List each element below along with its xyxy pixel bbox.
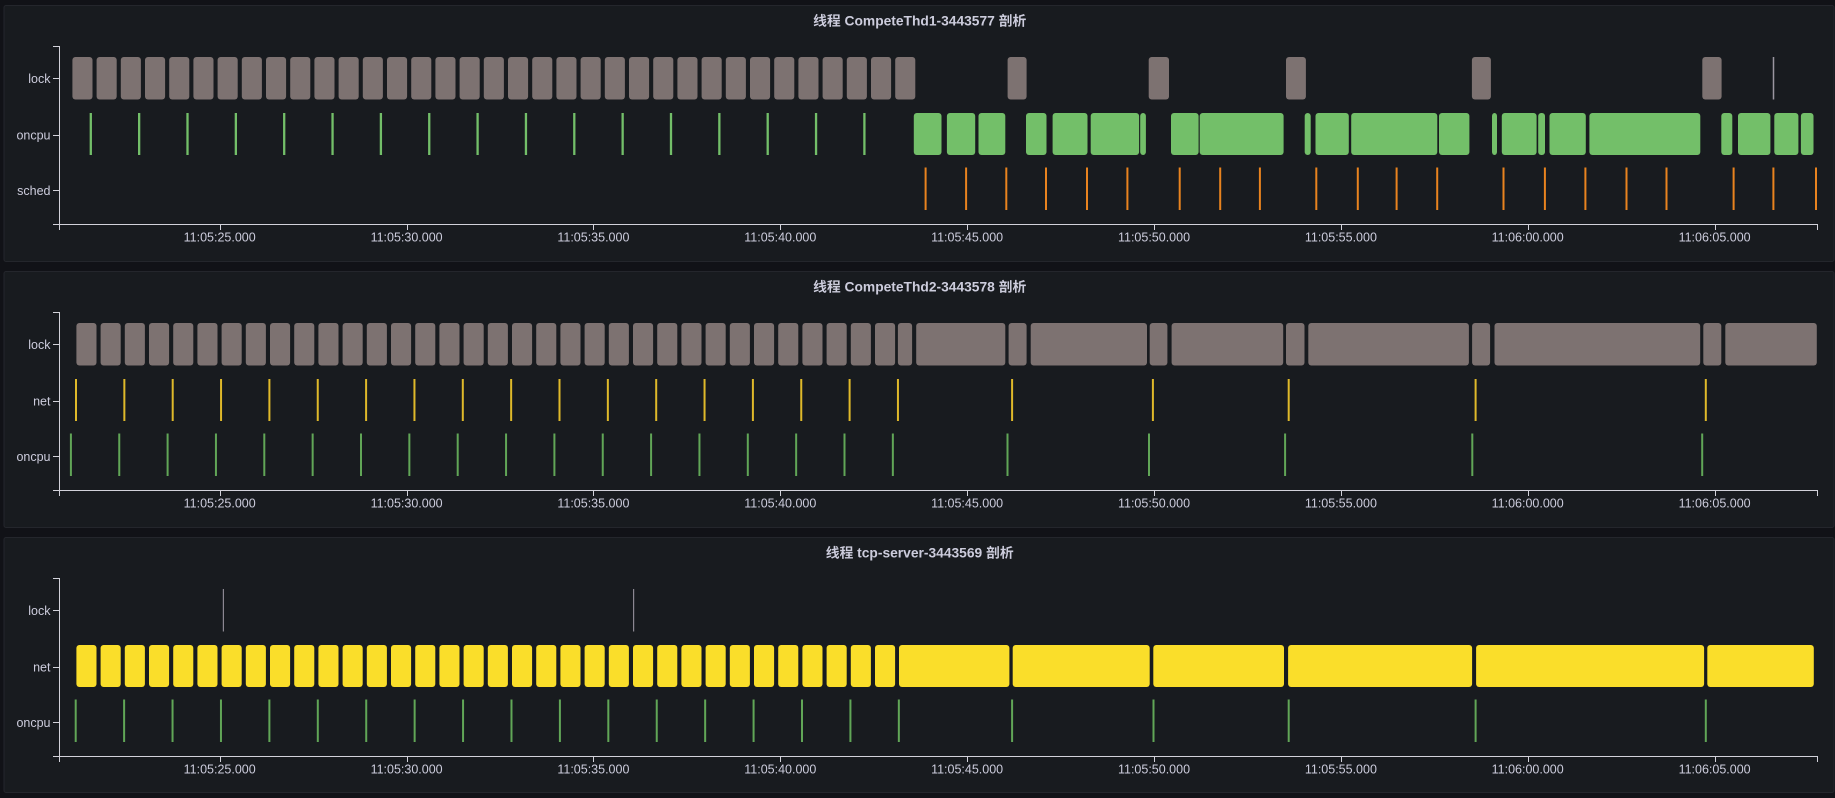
svg-text:11:06:05.000: 11:06:05.000 bbox=[1679, 231, 1751, 245]
svg-text:oncpu: oncpu bbox=[16, 716, 50, 730]
svg-text:lock: lock bbox=[28, 604, 51, 618]
svg-text:11:05:40.000: 11:05:40.000 bbox=[744, 763, 816, 777]
svg-text:11:05:55.000: 11:05:55.000 bbox=[1305, 763, 1377, 777]
svg-text:oncpu: oncpu bbox=[16, 129, 50, 143]
svg-text:11:05:50.000: 11:05:50.000 bbox=[1118, 231, 1190, 245]
svg-text:11:06:00.000: 11:06:00.000 bbox=[1492, 763, 1564, 777]
svg-text:11:06:05.000: 11:06:05.000 bbox=[1679, 763, 1751, 777]
svg-text:11:05:40.000: 11:05:40.000 bbox=[744, 231, 816, 245]
svg-text:11:06:00.000: 11:06:00.000 bbox=[1492, 497, 1564, 511]
svg-text:11:05:40.000: 11:05:40.000 bbox=[744, 497, 816, 511]
svg-text:11:06:05.000: 11:06:05.000 bbox=[1679, 497, 1751, 511]
svg-text:11:05:35.000: 11:05:35.000 bbox=[557, 231, 629, 245]
svg-text:11:05:45.000: 11:05:45.000 bbox=[931, 497, 1003, 511]
svg-text:11:05:25.000: 11:05:25.000 bbox=[184, 231, 256, 245]
svg-text:sched: sched bbox=[17, 184, 50, 198]
svg-text:CompeteThd2-3443578: CompeteThd2-3443578 bbox=[845, 280, 996, 295]
svg-text:11:05:25.000: 11:05:25.000 bbox=[184, 497, 256, 511]
svg-text:lock: lock bbox=[28, 72, 51, 86]
svg-text:11:05:25.000: 11:05:25.000 bbox=[184, 763, 256, 777]
svg-text:11:05:50.000: 11:05:50.000 bbox=[1118, 763, 1190, 777]
svg-text:11:05:50.000: 11:05:50.000 bbox=[1118, 497, 1190, 511]
svg-text:11:05:45.000: 11:05:45.000 bbox=[931, 231, 1003, 245]
svg-text:11:05:45.000: 11:05:45.000 bbox=[931, 763, 1003, 777]
svg-text:net: net bbox=[33, 395, 51, 409]
svg-text:net: net bbox=[33, 661, 51, 675]
svg-text:11:05:30.000: 11:05:30.000 bbox=[371, 763, 443, 777]
svg-text:11:05:55.000: 11:05:55.000 bbox=[1305, 231, 1377, 245]
svg-text:11:05:30.000: 11:05:30.000 bbox=[371, 231, 443, 245]
svg-text:lock: lock bbox=[28, 338, 51, 352]
svg-text:CompeteThd1-3443577: CompeteThd1-3443577 bbox=[845, 14, 996, 29]
svg-text:11:06:00.000: 11:06:00.000 bbox=[1492, 231, 1564, 245]
svg-text:11:05:35.000: 11:05:35.000 bbox=[557, 763, 629, 777]
svg-text:11:05:35.000: 11:05:35.000 bbox=[557, 497, 629, 511]
svg-text:oncpu: oncpu bbox=[16, 450, 50, 464]
svg-text:11:05:30.000: 11:05:30.000 bbox=[371, 497, 443, 511]
svg-text:tcp-server-3443569: tcp-server-3443569 bbox=[857, 546, 982, 561]
svg-text:11:05:55.000: 11:05:55.000 bbox=[1305, 497, 1377, 511]
